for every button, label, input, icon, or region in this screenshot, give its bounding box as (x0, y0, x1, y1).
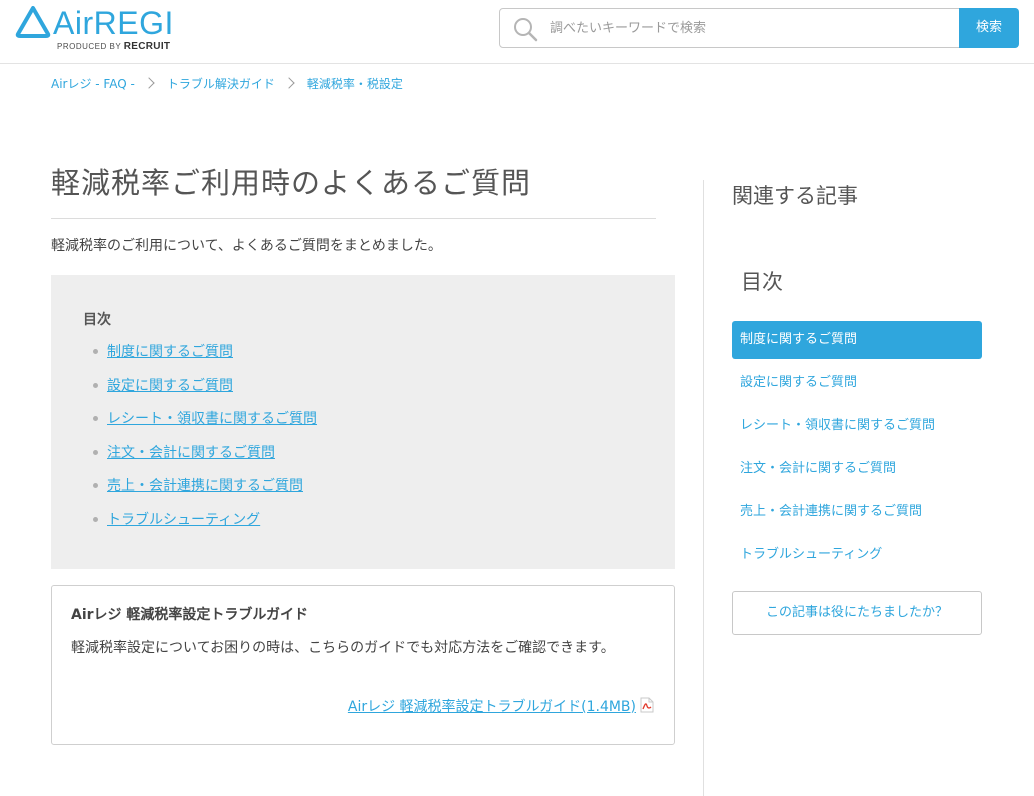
search-form: 検索 (499, 8, 1019, 48)
sidebar-toc-heading: 目次 (741, 270, 783, 294)
sidebar-toc-nav: 制度に関するご質問 設定に関するご質問 レシート・領収書に関するご質問 注文・会… (732, 321, 982, 574)
toc-link-system[interactable]: 制度に関するご質問 (107, 344, 233, 360)
sidebar-item-orders[interactable]: 注文・会計に関するご質問 (732, 450, 982, 488)
airregi-logo[interactable]: AirREGI PRODUCED BY RECRUIT (15, 4, 173, 54)
list-item: 設定に関するご質問 (93, 375, 317, 409)
trouble-guide-box: Airレジ 軽減税率設定トラブルガイド 軽減税率設定についてお困りの時は、こちら… (51, 585, 675, 745)
chevron-right-icon (283, 77, 295, 89)
list-item: 売上・会計連携に関するご質問 (93, 475, 317, 509)
search-input[interactable] (550, 9, 950, 47)
sidebar-divider (703, 180, 704, 796)
title-divider (51, 218, 656, 219)
page-lead: 軽減税率のご利用について、よくあるご質問をまとめました。 (51, 238, 442, 254)
toc-link-sales[interactable]: 売上・会計連携に関するご質問 (107, 478, 303, 494)
list-item: 注文・会計に関するご質問 (93, 442, 317, 476)
breadcrumb-current[interactable]: 軽減税率・税設定 (307, 75, 403, 92)
sidebar-item-system[interactable]: 制度に関するご質問 (732, 321, 982, 359)
list-item: トラブルシューティング (93, 509, 317, 543)
breadcrumb-faq[interactable]: Airレジ - FAQ - (51, 75, 135, 92)
feedback-button[interactable]: この記事は役にたちましたか？ (732, 591, 982, 635)
list-item: 制度に関するご質問 (93, 341, 317, 375)
related-articles-heading: 関連する記事 (732, 184, 858, 208)
sidebar-item-troubleshooting[interactable]: トラブルシューティング (732, 536, 982, 574)
sidebar-item-sales[interactable]: 売上・会計連携に関するご質問 (732, 493, 982, 531)
toc-link-settings[interactable]: 設定に関するご質問 (107, 378, 233, 394)
toc-link-troubleshooting[interactable]: トラブルシューティング (107, 512, 260, 528)
toc-link-receipts[interactable]: レシート・領収書に関するご質問 (107, 411, 317, 427)
logo-mark-icon (15, 6, 51, 38)
pdf-icon[interactable] (640, 697, 654, 713)
search-button[interactable]: 検索 (959, 8, 1019, 48)
sidebar-item-settings[interactable]: 設定に関するご質問 (732, 364, 982, 402)
table-of-contents: 目次 制度に関するご質問 設定に関するご質問 レシート・領収書に関するご質問 注… (51, 275, 675, 569)
breadcrumb-trouble-guide[interactable]: トラブル解決ガイド (167, 75, 275, 92)
toc-heading: 目次 (83, 312, 111, 328)
guide-title: Airレジ 軽減税率設定トラブルガイド (71, 607, 308, 623)
toc-list: 制度に関するご質問 設定に関するご質問 レシート・領収書に関するご質問 注文・会… (93, 341, 317, 543)
logo-company: RECRUIT (123, 41, 171, 52)
search-icon (514, 18, 538, 42)
page-title: 軽減税率ご利用時のよくあるご質問 (51, 166, 532, 200)
logo-produced-by: PRODUCED BY RECRUIT (57, 41, 171, 52)
breadcrumb: Airレジ - FAQ - トラブル解決ガイド 軽減税率・税設定 (51, 74, 403, 92)
logo-name: AirREGI (53, 5, 174, 41)
site-header: AirREGI PRODUCED BY RECRUIT 検索 (0, 0, 1034, 64)
list-item: レシート・領収書に関するご質問 (93, 408, 317, 442)
toc-link-orders[interactable]: 注文・会計に関するご質問 (107, 445, 275, 461)
search-box (499, 8, 960, 48)
guide-text: 軽減税率設定についてお困りの時は、こちらのガイドでも対応方法をご確認できます。 (71, 640, 615, 656)
sidebar-item-receipts[interactable]: レシート・領収書に関するご質問 (732, 407, 982, 445)
guide-pdf-link[interactable]: Airレジ 軽減税率設定トラブルガイド(1.4MB) (348, 696, 636, 716)
chevron-right-icon (143, 77, 155, 89)
